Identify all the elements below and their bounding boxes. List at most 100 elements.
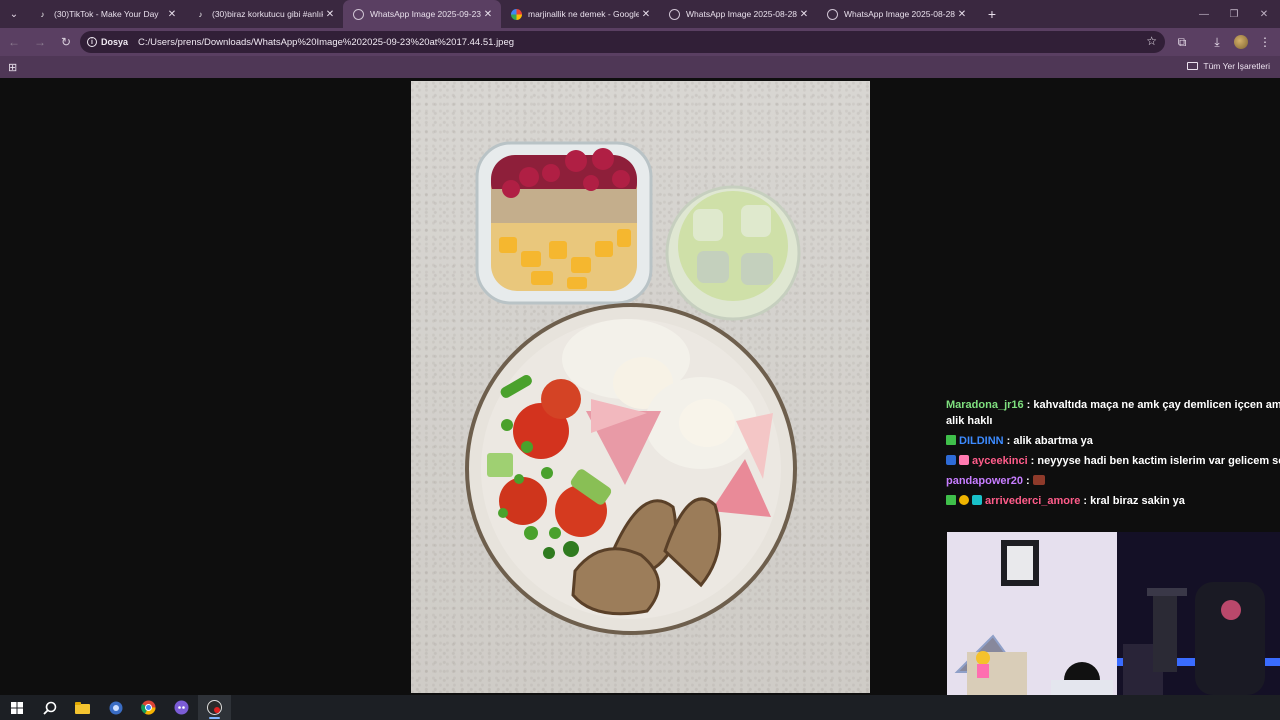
back-button[interactable]: ← <box>2 30 26 54</box>
close-icon[interactable]: ✕ <box>165 9 179 20</box>
taskbar-chrome[interactable] <box>132 695 165 720</box>
chat-username: Maradona_jr16 <box>946 399 1024 411</box>
close-window-button[interactable]: ✕ <box>1248 0 1280 28</box>
chat-text: : kahvaltıda maça ne amk çay demlicen iç… <box>1026 399 1280 411</box>
taskbar-file-explorer[interactable] <box>66 695 99 720</box>
chat-message: arrivederci_amore: kral biraz sakin ya <box>946 493 1280 509</box>
tab-title: (30)biraz korkutucu gibi #anlık <box>212 9 323 19</box>
menu-button[interactable]: ⋮ <box>1253 28 1277 56</box>
windows-taskbar <box>0 695 1280 720</box>
plus-badge-icon <box>946 495 956 505</box>
steam-icon <box>109 701 122 714</box>
start-button[interactable] <box>0 695 33 720</box>
bookmark-star-icon[interactable]: ☆ <box>1146 34 1157 48</box>
taskbar-app-steam[interactable] <box>99 695 132 720</box>
tab-whatsapp-image-active[interactable]: WhatsApp Image 2025-09-23 a ✕ <box>343 0 501 28</box>
chat-text: : alik abartma ya <box>1006 435 1093 447</box>
address-bar[interactable]: i Dosya C:/Users/prens/Downloads/WhatsAp… <box>80 31 1165 53</box>
chrome-icon <box>141 700 156 715</box>
info-icon: i <box>87 37 97 47</box>
chat-message: DILDINN: alik abartma ya <box>946 433 1280 449</box>
tiktok-icon: ♪ <box>198 9 203 19</box>
site-info-chip[interactable]: i Dosya <box>87 37 128 47</box>
chat-message: Maradona_jr16: kahvaltıda maça ne amk ça… <box>946 397 1280 413</box>
tab-tiktok[interactable]: ♪ (30)TikTok - Make Your Day ✕ <box>27 0 185 28</box>
subscriber-badge-icon <box>946 455 956 465</box>
profile-button[interactable] <box>1229 28 1253 56</box>
webcam-overlay <box>947 532 1280 695</box>
all-bookmarks-button[interactable]: Tüm Yer İşaretleri <box>1187 61 1270 71</box>
maximize-button[interactable]: ❐ <box>1218 0 1250 28</box>
extensions-button[interactable]: ⧉ <box>1170 28 1194 56</box>
taskbar-obs[interactable] <box>198 695 231 720</box>
tab-whatsapp-image-2[interactable]: WhatsApp Image 2025-08-28 a ✕ <box>659 0 817 28</box>
avatar <box>1234 35 1248 49</box>
webcam-scene <box>947 532 1280 695</box>
tab-title: WhatsApp Image 2025-08-28 a <box>844 9 955 19</box>
google-icon <box>511 8 522 20</box>
tab-title: marjinallik ne demek - Google <box>528 9 639 19</box>
arrow-left-icon: ← <box>8 35 20 49</box>
minimize-button[interactable]: — <box>1188 0 1220 28</box>
folder-icon <box>75 701 90 714</box>
chip-label: Dosya <box>101 37 129 47</box>
tab-google-search[interactable]: marjinallik ne demek - Google ✕ <box>501 0 659 28</box>
close-icon[interactable]: ✕ <box>481 9 495 20</box>
new-tab-button[interactable]: + <box>981 3 1003 25</box>
close-icon[interactable]: ✕ <box>797 9 811 20</box>
screen: ⌄ ♪ (30)TikTok - Make Your Day ✕ ♪ (30)b… <box>0 0 1280 720</box>
tab-tiktok-video[interactable]: ♪ (30)biraz korkutucu gibi #anlık ✕ <box>185 0 343 28</box>
chat-username: DILDINN <box>959 435 1004 447</box>
chat-text: : neyyyse hadi ben kactim islerim var ge… <box>1030 455 1280 467</box>
bow-badge-icon <box>959 455 969 465</box>
breakfast-illustration <box>465 141 801 635</box>
reload-button[interactable]: ↻ <box>54 30 78 54</box>
taskbar-search-button[interactable] <box>33 695 66 720</box>
chat-text: : kral biraz sakin ya <box>1083 495 1185 507</box>
globe-icon <box>353 8 364 20</box>
all-bookmarks-label: Tüm Yer İşaretleri <box>1203 61 1270 71</box>
tab-title: WhatsApp Image 2025-09-23 a <box>370 9 481 19</box>
globe-icon <box>827 8 838 20</box>
breakfast-plate <box>465 303 797 635</box>
chat-text: alik haklı <box>946 415 993 427</box>
search-icon <box>42 701 56 715</box>
arrow-right-icon: → <box>34 35 46 49</box>
coin-badge-icon <box>959 495 969 505</box>
forward-button[interactable]: → <box>28 30 52 54</box>
chat-message: ayceekinci: neyyyse hadi ben kactim isle… <box>946 453 1280 469</box>
stream-chat-overlay: Maradona_jr16: kahvaltıda maça ne amk ça… <box>946 397 1280 513</box>
breakfast-photo[interactable] <box>411 81 870 693</box>
chat-message: pandapower20: <box>946 473 1280 489</box>
chevron-down-icon: ⌄ <box>9 8 19 20</box>
more-vert-icon: ⋮ <box>1259 35 1271 49</box>
close-icon[interactable]: ✕ <box>323 9 337 20</box>
close-icon[interactable]: ✕ <box>639 9 653 20</box>
chat-username: arrivederci_amore <box>985 495 1081 507</box>
apps-grid-icon[interactable]: ⊞ <box>8 61 17 74</box>
fruit-bowl <box>475 141 653 305</box>
downloads-button[interactable]: ⤓ <box>1205 28 1229 56</box>
chat-text: : <box>1026 475 1030 487</box>
tiktok-icon: ♪ <box>40 9 45 19</box>
toolbar: ← → ↻ i Dosya C:/Users/prens/Downloads/W… <box>0 28 1280 56</box>
close-icon: ✕ <box>1259 8 1269 20</box>
tab-search-button[interactable]: ⌄ <box>5 5 23 23</box>
tab-whatsapp-image-3[interactable]: WhatsApp Image 2025-08-28 a ✕ <box>817 0 975 28</box>
tab-title: WhatsApp Image 2025-08-28 a <box>686 9 797 19</box>
windows-icon <box>10 701 23 714</box>
reload-icon: ↻ <box>60 35 72 49</box>
discord-icon <box>174 700 189 715</box>
download-icon: ⤓ <box>1214 34 1220 49</box>
tab-strip: ⌄ ♪ (30)TikTok - Make Your Day ✕ ♪ (30)b… <box>0 0 1280 28</box>
minimize-icon: — <box>1199 8 1209 20</box>
url-text: C:/Users/prens/Downloads/WhatsApp%20Imag… <box>138 36 515 48</box>
globe-icon <box>669 8 680 20</box>
close-icon[interactable]: ✕ <box>955 9 969 20</box>
chat-username: ayceekinci <box>972 455 1028 467</box>
bookmarks-bar: ⊞ Tüm Yer İşaretleri <box>0 56 1280 78</box>
taskbar-discord[interactable] <box>165 695 198 720</box>
obs-icon <box>207 700 222 715</box>
puzzle-icon: ⧉ <box>1177 34 1187 49</box>
emote-icon <box>1032 475 1045 485</box>
